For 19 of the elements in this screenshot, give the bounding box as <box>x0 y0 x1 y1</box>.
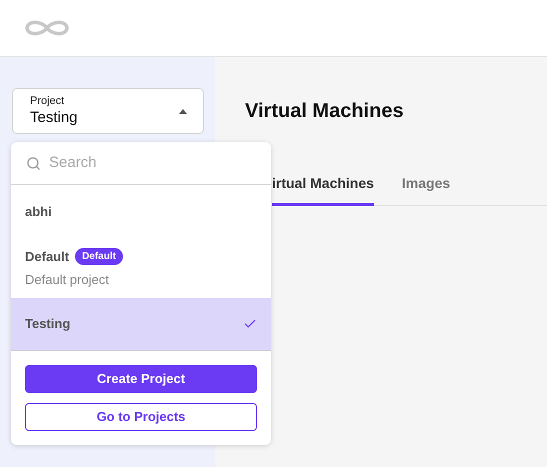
project-item[interactable]: abhi <box>11 185 271 238</box>
project-description: Default project <box>25 270 110 289</box>
tab[interactable]: Images <box>402 173 450 206</box>
select-label: Project <box>30 94 66 108</box>
go-to-projects-button[interactable]: Go to Projects <box>25 403 257 431</box>
caret-icon <box>179 108 187 114</box>
default-badge: Default <box>75 248 123 266</box>
project-item[interactable]: Testing <box>11 298 271 351</box>
project-name: abhi <box>25 202 52 221</box>
select-value: Testing <box>30 108 78 128</box>
project-select[interactable]: Project Testing <box>12 88 204 134</box>
project-item[interactable]: Default Default Default project <box>11 238 271 298</box>
project-name: Testing <box>25 315 70 334</box>
project-name: Default <box>25 248 70 266</box>
page-title: Virtual Machines <box>245 99 405 124</box>
logo-icon <box>24 19 70 37</box>
search-icon <box>26 156 41 170</box>
create-project-button[interactable]: Create Project <box>25 365 257 393</box>
search-field[interactable]: Search <box>49 152 249 174</box>
